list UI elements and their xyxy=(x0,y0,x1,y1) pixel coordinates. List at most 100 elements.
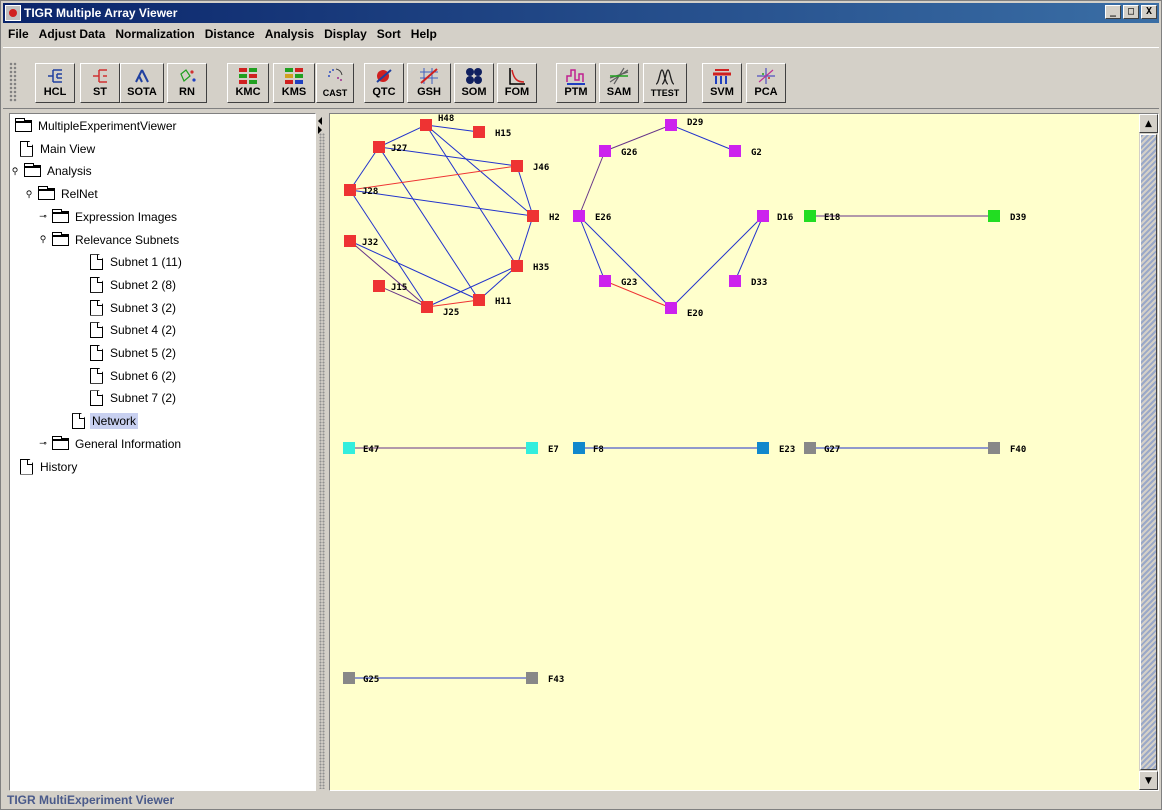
menu-sort[interactable]: Sort xyxy=(372,24,406,44)
svm-button[interactable]: SVM xyxy=(702,63,742,103)
node-e20[interactable] xyxy=(665,302,677,314)
cast-button[interactable]: CAST xyxy=(316,63,354,103)
node-d16[interactable] xyxy=(757,210,769,222)
tree-node-multipleexperimentviewer[interactable]: MultipleExperimentViewer xyxy=(15,116,179,136)
tree-node-subnet-6-2[interactable]: Subnet 6 (2) xyxy=(90,366,178,386)
fom-button[interactable]: FOM xyxy=(497,63,537,103)
rn-button[interactable]: RN xyxy=(167,63,207,103)
kmc-button[interactable]: KMC xyxy=(227,63,269,103)
tree-node-subnet-7-2[interactable]: Subnet 7 (2) xyxy=(90,388,178,408)
node-label-d29: D29 xyxy=(687,118,703,128)
tree-node-label: Subnet 1 (11) xyxy=(110,255,182,270)
st-button[interactable]: ST xyxy=(80,63,120,103)
node-h11[interactable] xyxy=(473,294,485,306)
node-g25[interactable] xyxy=(343,672,355,684)
scroll-up-button[interactable]: ▲ xyxy=(1139,114,1158,133)
toolbar-button-label: SOM xyxy=(461,86,487,98)
node-e23[interactable] xyxy=(757,442,769,454)
node-e26[interactable] xyxy=(573,210,585,222)
node-j28[interactable] xyxy=(344,184,356,196)
tree-node-subnet-4-2[interactable]: Subnet 4 (2) xyxy=(90,320,178,340)
tree-node-main-view[interactable]: Main View xyxy=(20,139,97,159)
menu-distance[interactable]: Distance xyxy=(200,24,260,44)
tree-node-subnet-2-8[interactable]: Subnet 2 (8) xyxy=(90,275,178,295)
sam-button[interactable]: SAM xyxy=(599,63,639,103)
maximize-button[interactable]: □ xyxy=(1123,5,1139,19)
toolbar-button-label: SVM xyxy=(710,86,734,98)
qtc-button[interactable]: QTC xyxy=(364,63,404,103)
node-d29[interactable] xyxy=(665,119,677,131)
pca-button[interactable]: PCA xyxy=(746,63,786,103)
kms-button[interactable]: KMS xyxy=(273,63,315,103)
node-h2[interactable] xyxy=(527,210,539,222)
node-label-d39: D39 xyxy=(1010,213,1026,223)
navigation-tree-panel[interactable]: MultipleExperimentViewer Main View ⚲ Analys… xyxy=(9,113,316,791)
node-f40[interactable] xyxy=(988,442,1000,454)
toolbar-grip[interactable] xyxy=(9,62,17,102)
toolbar-button-label: ST xyxy=(92,86,108,98)
node-g26[interactable] xyxy=(599,145,611,157)
gsh-button[interactable]: GSH xyxy=(407,63,451,103)
edge-d29-g26 xyxy=(604,124,672,152)
network-canvas[interactable]: H48 H15 J27 J46 J28 H2 J32 H35 J15 H11 J25 D29 G26 G2… xyxy=(330,114,1139,790)
document-icon xyxy=(90,390,103,407)
node-g23[interactable] xyxy=(599,275,611,287)
node-d33[interactable] xyxy=(729,275,741,287)
node-j25[interactable] xyxy=(421,301,433,313)
node-e18[interactable] xyxy=(804,210,816,222)
scroll-thumb[interactable] xyxy=(1140,134,1157,770)
node-d39[interactable] xyxy=(988,210,1000,222)
title-bar[interactable]: TIGR Multiple Array Viewer _ □ X xyxy=(3,3,1159,23)
node-h35[interactable] xyxy=(511,260,523,272)
collapsed-toggle-icon[interactable]: ⊸ xyxy=(38,211,48,222)
node-label-f43: F43 xyxy=(548,675,564,685)
tree-node-general-information[interactable]: ⊸ General Information xyxy=(38,434,183,454)
menu-normalization[interactable]: Normalization xyxy=(110,24,199,44)
som-button[interactable]: SOM xyxy=(454,63,494,103)
tree-node-label: Subnet 5 (2) xyxy=(110,346,177,360)
tree-node-subnet-1-11[interactable]: Subnet 1 (11) xyxy=(90,252,184,272)
tree-node-history[interactable]: History xyxy=(20,457,79,477)
node-label-j15: J15 xyxy=(391,283,407,293)
ttest-button[interactable]: TTEST xyxy=(643,63,687,103)
collapsed-toggle-icon[interactable]: ⊸ xyxy=(38,438,48,449)
node-f8[interactable] xyxy=(573,442,585,454)
expanded-toggle-icon[interactable]: ⚲ xyxy=(24,189,34,199)
ptm-button[interactable]: PTM xyxy=(556,63,596,103)
hcl-button[interactable]: HCL xyxy=(35,63,75,103)
node-f43[interactable] xyxy=(526,672,538,684)
expanded-toggle-icon[interactable]: ⚲ xyxy=(10,166,20,176)
node-j32[interactable] xyxy=(344,235,356,247)
tree-node-subnet-3-2[interactable]: Subnet 3 (2) xyxy=(90,298,178,318)
tree-node-relevance-subnets[interactable]: ⚲ Relevance Subnets xyxy=(38,230,181,250)
collapse-left-arrow[interactable] xyxy=(318,117,322,125)
tree-node-network[interactable]: Network xyxy=(72,411,139,431)
menu-file[interactable]: File xyxy=(3,24,34,44)
expanded-toggle-icon[interactable]: ⚲ xyxy=(38,234,48,245)
node-e47[interactable] xyxy=(343,442,355,454)
node-j15[interactable] xyxy=(373,280,385,292)
menu-analysis[interactable]: Analysis xyxy=(260,24,319,44)
tree-node-relnet[interactable]: ⚲ RelNet xyxy=(24,184,100,204)
node-g27[interactable] xyxy=(804,442,816,454)
node-e7[interactable] xyxy=(526,442,538,454)
node-label-e26: E26 xyxy=(595,213,611,223)
scroll-down-button[interactable]: ▼ xyxy=(1139,771,1158,790)
tree-node-analysis[interactable]: ⚲ Analysis xyxy=(10,161,94,181)
node-j27[interactable] xyxy=(373,141,385,153)
node-h48[interactable] xyxy=(420,119,432,131)
vertical-scrollbar[interactable]: ▲ ▼ xyxy=(1139,114,1158,790)
menu-display[interactable]: Display xyxy=(319,24,372,44)
node-j46[interactable] xyxy=(511,160,523,172)
split-pane-divider[interactable] xyxy=(316,113,328,791)
menu-help[interactable]: Help xyxy=(406,24,442,44)
tree-node-expression-images[interactable]: ⊸ Expression Images xyxy=(38,207,179,227)
sota-button[interactable]: SOTA xyxy=(120,63,164,103)
node-g2[interactable] xyxy=(729,145,741,157)
menu-adjust-data[interactable]: Adjust Data xyxy=(34,24,111,44)
node-h15[interactable] xyxy=(473,126,485,138)
app-icon xyxy=(5,5,21,21)
close-button[interactable]: X xyxy=(1141,5,1157,19)
tree-node-subnet-5-2[interactable]: Subnet 5 (2) xyxy=(90,343,178,363)
minimize-button[interactable]: _ xyxy=(1105,5,1121,19)
